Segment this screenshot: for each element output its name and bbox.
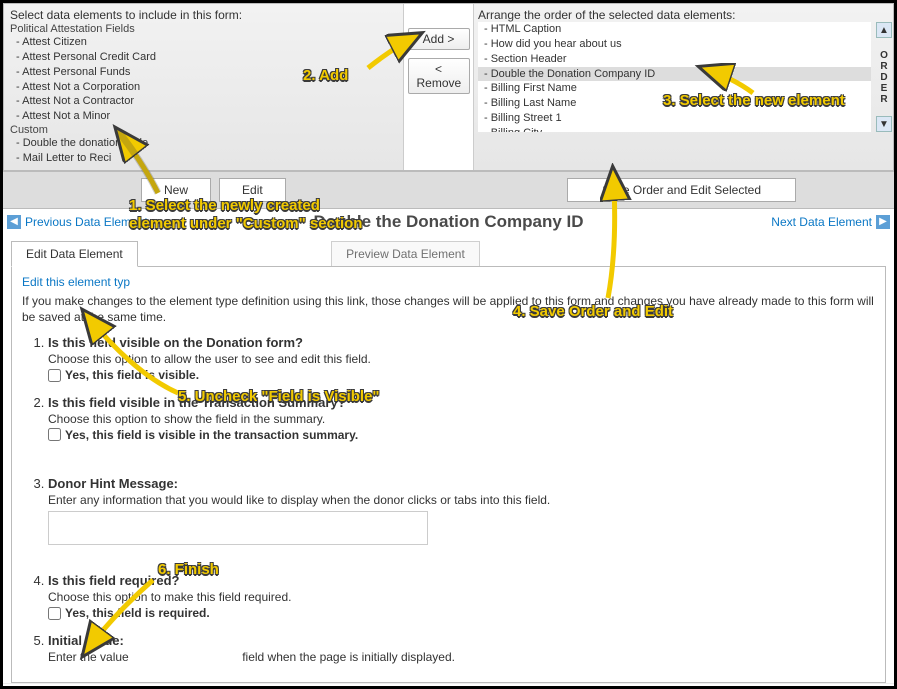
intro-text: If you make changes to the element type …	[22, 293, 875, 325]
select-panel: Select data elements to include in this …	[4, 4, 404, 170]
prev-arrow-icon[interactable]: ◀	[7, 215, 21, 229]
q4-checkbox[interactable]	[48, 607, 61, 620]
page-title: Double the Donation Company ID	[313, 212, 583, 232]
list-item[interactable]: - How did you hear about us	[478, 37, 871, 52]
new-button[interactable]: New	[141, 178, 211, 202]
edit-element-type-link[interactable]: Edit this element typ	[22, 275, 130, 289]
add-button[interactable]: Add >	[408, 28, 470, 50]
edit-pane: Edit this element typ If you make change…	[11, 266, 886, 683]
list-item[interactable]: - Attest Personal Funds	[10, 65, 397, 80]
order-down-button[interactable]: ▼	[876, 116, 892, 132]
shuttle-buttons: Add > < Remove	[404, 4, 474, 170]
remove-button[interactable]: < Remove	[408, 58, 470, 94]
q3-textarea[interactable]	[48, 511, 428, 545]
arrange-title: Arrange the order of the selected data e…	[478, 8, 889, 22]
q4-title: Is this field required?	[48, 573, 179, 588]
list-item[interactable]: - Attest Personal Credit Card	[10, 50, 397, 65]
list-item[interactable]: - Attest Not a Corporation	[10, 80, 397, 95]
top-button-row: New Edit Save Order and Edit Selected	[3, 171, 894, 209]
q3-help: Enter any information that you would lik…	[48, 493, 875, 507]
q4-help: Choose this option to make this field re…	[48, 590, 875, 604]
list-item[interactable]: - Attest Citizen	[10, 35, 397, 50]
q2-checkbox[interactable]	[48, 428, 61, 441]
select-title: Select data elements to include in this …	[10, 8, 397, 22]
list-item[interactable]: - Billing Street 1	[478, 111, 871, 126]
list-item[interactable]: - Double the donation code	[10, 136, 397, 151]
q4-checkbox-label[interactable]: Yes, this field is required.	[48, 606, 210, 620]
q2-title: Is this field visible in the Transaction…	[48, 395, 346, 410]
q1-title: Is this field visible on the Donation fo…	[48, 335, 303, 350]
list-item[interactable]: - Billing Last Name	[478, 96, 871, 111]
list-item[interactable]: - Attest Not a Contractor	[10, 94, 397, 109]
edit-button[interactable]: Edit	[219, 178, 286, 202]
q1-checkbox[interactable]	[48, 369, 61, 382]
tab-edit[interactable]: Edit Data Element	[11, 241, 138, 267]
next-arrow-icon[interactable]: ▶	[876, 215, 890, 229]
list-item[interactable]: - Mail Letter to Reci	[10, 151, 397, 166]
arrange-panel: Arrange the order of the selected data e…	[474, 4, 893, 170]
q1-help: Choose this option to allow the user to …	[48, 352, 875, 366]
q4-chk-text: Yes, this field is required.	[65, 606, 210, 620]
group-custom: Custom	[10, 124, 397, 136]
q3-title: Donor Hint Message:	[48, 476, 178, 491]
list-item[interactable]: - Billing City	[478, 126, 871, 132]
q2-chk-text: Yes, this field is visible in the transa…	[65, 428, 358, 442]
order-control: ▲ ORDER ▼	[875, 22, 893, 132]
order-label: ORDER	[880, 50, 888, 105]
tab-preview[interactable]: Preview Data Element	[331, 241, 480, 266]
q1-checkbox-label[interactable]: Yes, this field is visible.	[48, 368, 199, 382]
q2-help: Choose this option to show the field in …	[48, 412, 875, 426]
list-item[interactable]: - HTML Caption	[478, 22, 871, 37]
q2-checkbox-label[interactable]: Yes, this field is visible in the transa…	[48, 428, 358, 442]
q5-help: Enter the value ________________ field w…	[48, 650, 875, 664]
prev-data-element-link[interactable]: Previous Data Element	[25, 215, 148, 229]
order-up-button[interactable]: ▲	[876, 22, 892, 38]
list-item[interactable]: - Billing First Name	[478, 81, 871, 96]
list-item[interactable]: - Section Header	[478, 52, 871, 67]
list-item[interactable]: - Attest Not a Minor	[10, 109, 397, 124]
q1-chk-text: Yes, this field is visible.	[65, 368, 199, 382]
next-data-element-link[interactable]: Next Data Element	[771, 215, 872, 229]
group-political: Political Attestation Fields	[10, 23, 397, 35]
save-order-button[interactable]: Save Order and Edit Selected	[567, 178, 796, 202]
list-item-selected[interactable]: - Double the Donation Company ID	[478, 67, 871, 82]
q5-title: Initial Value:	[48, 633, 124, 648]
